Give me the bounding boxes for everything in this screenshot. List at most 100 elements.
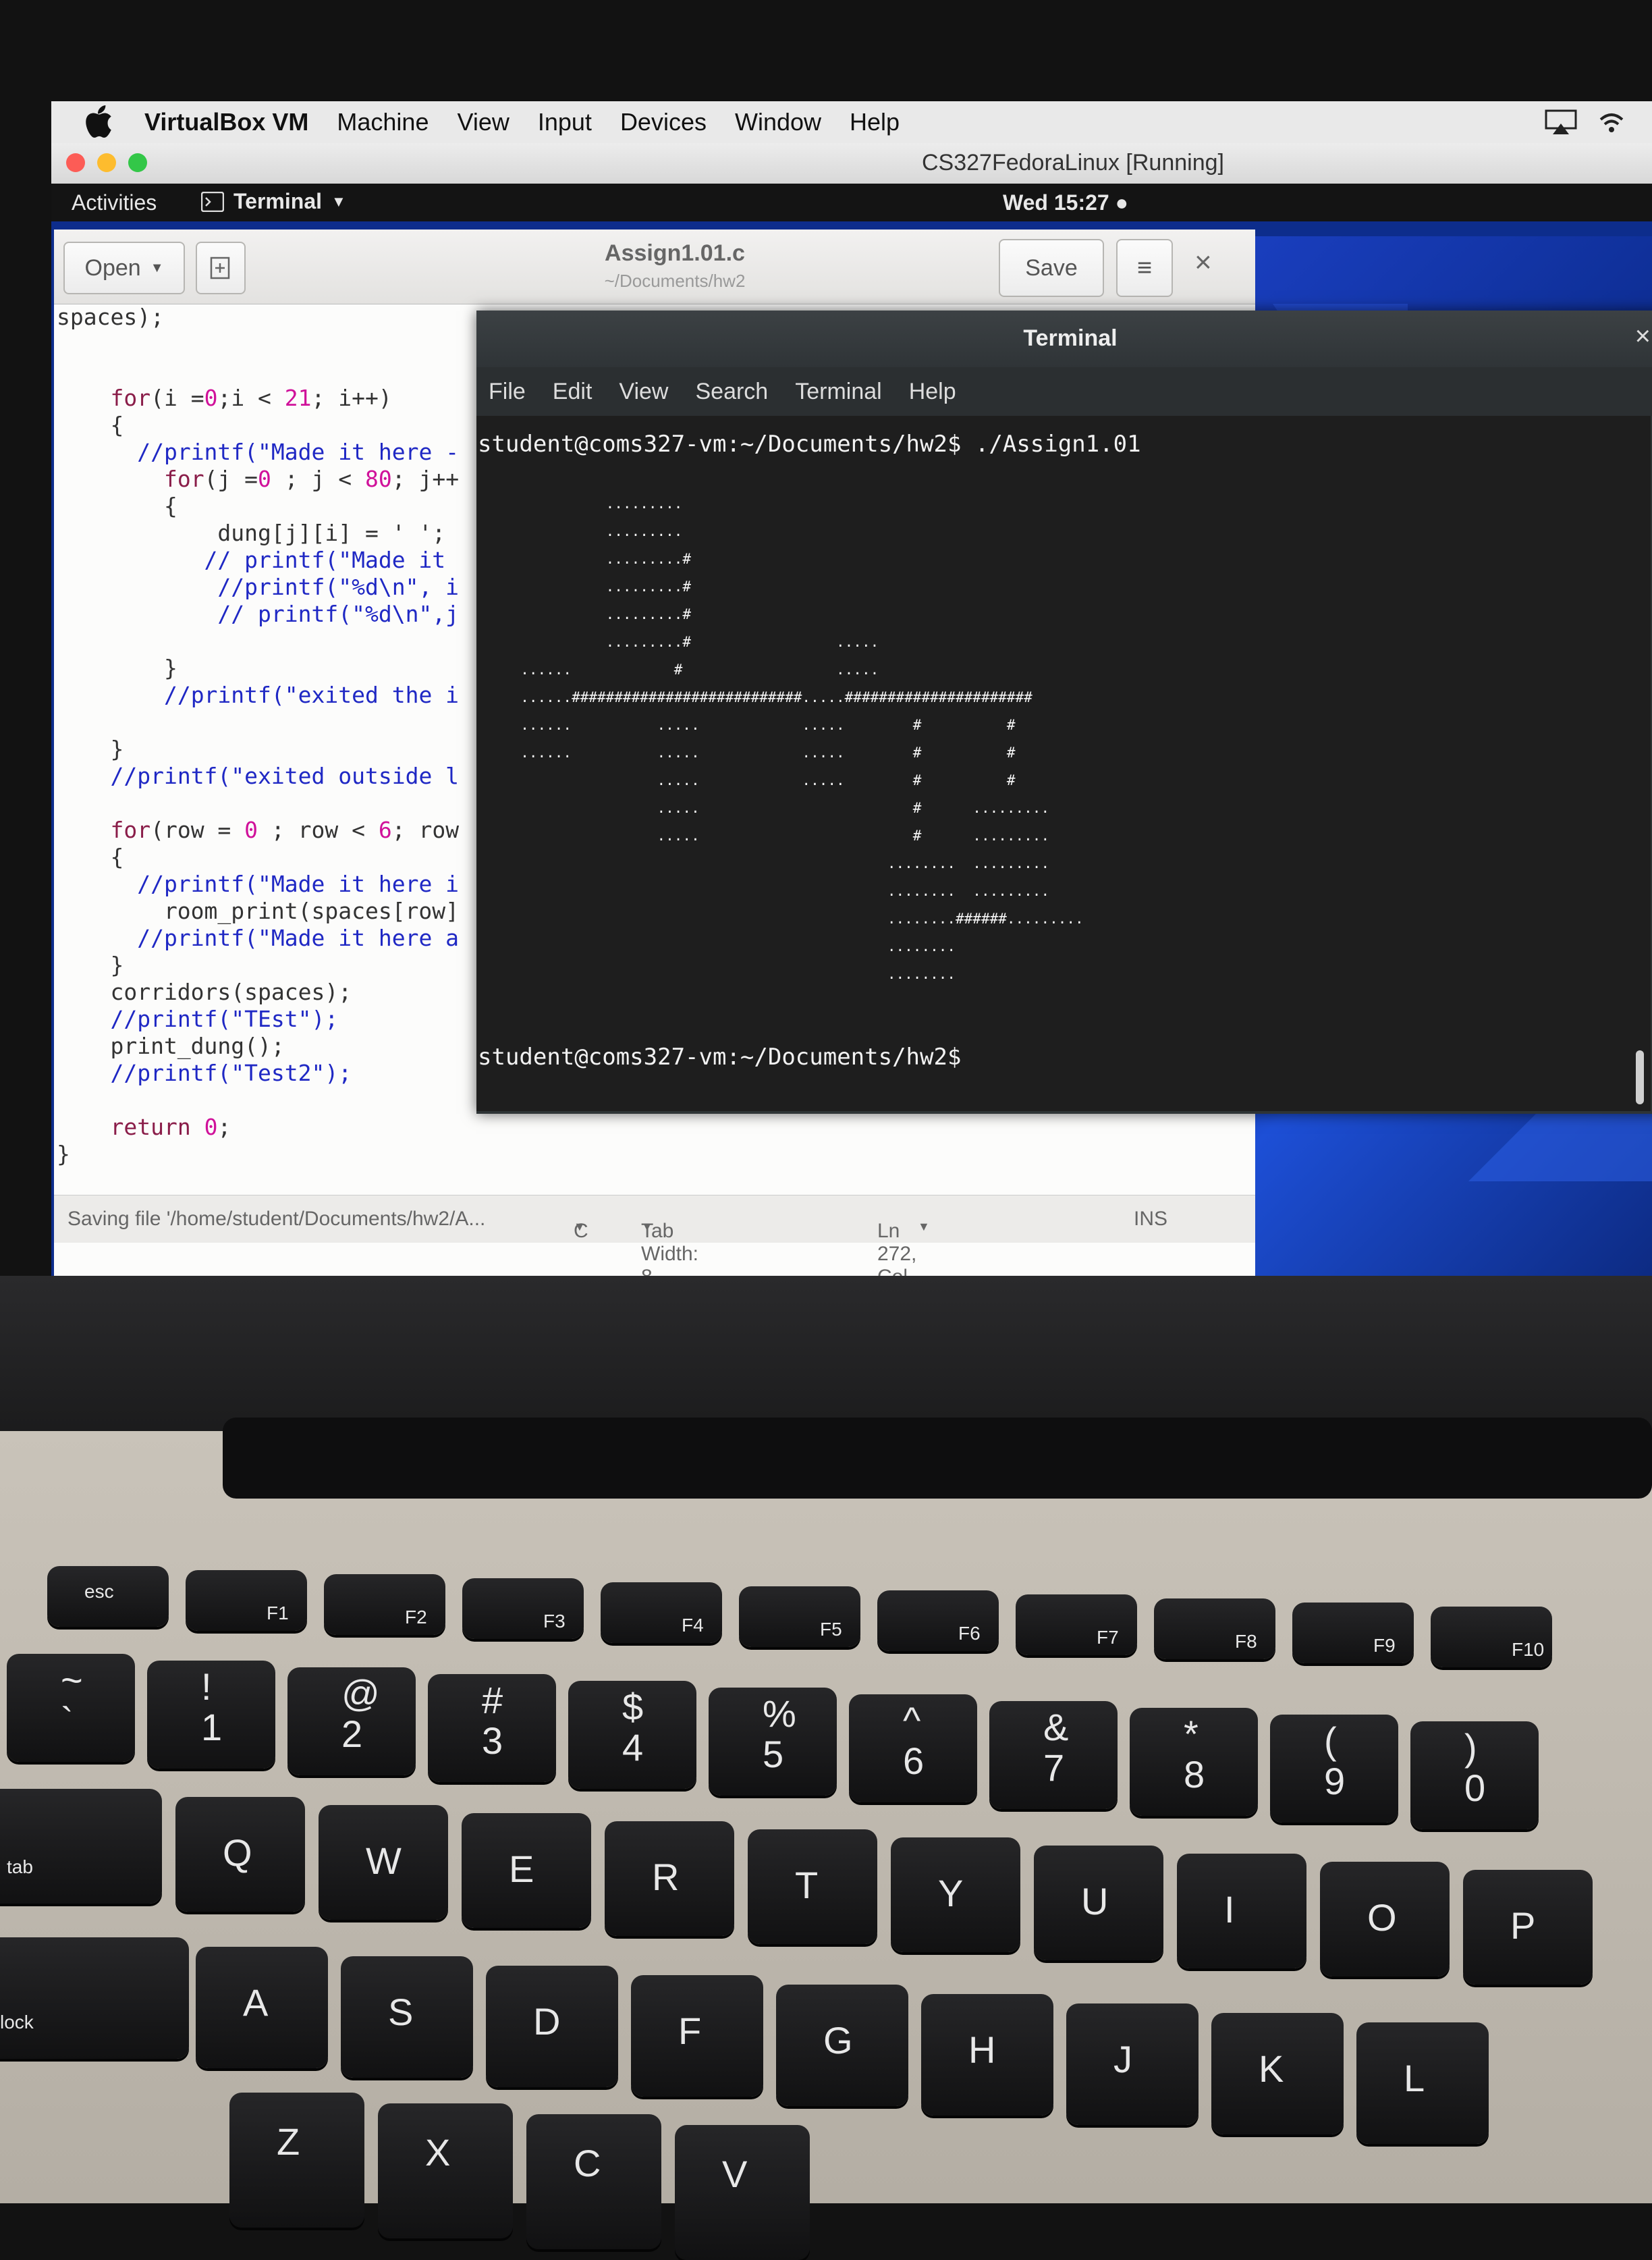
- key-h[interactable]: H: [921, 1994, 1053, 2116]
- code-line: }: [57, 952, 124, 978]
- airplay-icon[interactable]: [1544, 109, 1578, 136]
- key-k[interactable]: K: [1211, 2013, 1344, 2134]
- screen-bezel: [0, 1276, 1652, 1438]
- key-f4[interactable]: F4: [601, 1582, 722, 1643]
- close-icon[interactable]: ×: [1635, 321, 1651, 352]
- minimize-window-icon[interactable]: [97, 153, 116, 172]
- menu-devices[interactable]: Devices: [620, 108, 707, 136]
- key-u[interactable]: U: [1034, 1846, 1163, 1960]
- hamburger-menu-button[interactable]: ≡: [1116, 239, 1173, 297]
- key-i[interactable]: I: [1177, 1854, 1306, 1968]
- close-window-icon[interactable]: [66, 153, 85, 172]
- hamburger-icon: ≡: [1136, 253, 1153, 282]
- insert-mode[interactable]: INS: [1134, 1208, 1167, 1231]
- menu-search[interactable]: Search: [695, 379, 768, 405]
- new-document-button[interactable]: [196, 242, 246, 294]
- key-label: F8: [1235, 1631, 1257, 1652]
- key-lock[interactable]: lock: [0, 1937, 189, 2059]
- key-label: V: [722, 2153, 748, 2195]
- key-x[interactable]: X: [378, 2103, 513, 2238]
- key-f9[interactable]: F9: [1292, 1603, 1414, 1663]
- key-2[interactable]: @2: [287, 1667, 416, 1775]
- key-a[interactable]: A: [196, 1947, 328, 2068]
- key-tab[interactable]: tab: [0, 1789, 162, 1904]
- vm-window-titlebar: CS327FedoraLinux [Running]: [51, 143, 1652, 184]
- key-v[interactable]: V: [675, 2125, 810, 2260]
- menu-view[interactable]: View: [619, 379, 668, 405]
- menu-input[interactable]: Input: [538, 108, 592, 136]
- key-s[interactable]: S: [341, 1956, 473, 2078]
- key-c[interactable]: C: [526, 2114, 661, 2249]
- key-esc[interactable]: esc: [47, 1566, 169, 1627]
- key-w[interactable]: W: [319, 1805, 448, 1920]
- key-f[interactable]: F: [631, 1975, 763, 2097]
- key-f10[interactable]: F10: [1431, 1607, 1552, 1667]
- key-p[interactable]: P: [1463, 1870, 1593, 1985]
- key-label: *: [1184, 1713, 1199, 1755]
- key-f8[interactable]: F8: [1154, 1598, 1275, 1659]
- key-f7[interactable]: F7: [1016, 1594, 1137, 1655]
- menu-machine[interactable]: Machine: [337, 108, 429, 136]
- open-button[interactable]: Open ▼: [63, 242, 185, 294]
- key-`[interactable]: ~ `: [7, 1654, 135, 1762]
- key-q[interactable]: Q: [175, 1797, 305, 1912]
- key-label: F4: [682, 1615, 704, 1636]
- key-1[interactable]: ! 1: [147, 1661, 275, 1769]
- key-l[interactable]: L: [1356, 2022, 1489, 2144]
- gedit-statusbar: Saving file '/home/student/Documents/hw2…: [54, 1195, 1255, 1276]
- menu-terminal[interactable]: Terminal: [795, 379, 881, 405]
- menu-help[interactable]: Help: [909, 379, 956, 405]
- key-label: 8: [1184, 1753, 1205, 1796]
- key-f5[interactable]: F5: [739, 1586, 860, 1647]
- key-f6[interactable]: F6: [877, 1590, 999, 1651]
- menu-file[interactable]: File: [489, 379, 526, 405]
- key-z[interactable]: Z: [229, 2093, 364, 2228]
- code-line: //printf("Test2");: [110, 1060, 352, 1086]
- key-e[interactable]: E: [462, 1813, 591, 1928]
- key-9[interactable]: (9: [1270, 1715, 1398, 1823]
- key-label: 1: [201, 1706, 223, 1748]
- menu-help[interactable]: Help: [850, 108, 900, 136]
- key-f1[interactable]: F1: [186, 1570, 307, 1631]
- activities-button[interactable]: Activities: [72, 190, 157, 215]
- key-label: Q: [223, 1831, 252, 1874]
- key-d[interactable]: D: [486, 1966, 618, 2087]
- key-f3[interactable]: F3: [462, 1578, 584, 1639]
- chevron-down-icon: ▼: [641, 1220, 653, 1233]
- key-label: F1: [267, 1603, 289, 1623]
- key-0[interactable]: ) 0: [1410, 1721, 1539, 1829]
- key-6[interactable]: ^ 6: [849, 1694, 977, 1802]
- code-line: spaces);: [57, 304, 164, 330]
- key-label: R: [652, 1856, 680, 1898]
- key-3[interactable]: #3: [428, 1674, 556, 1782]
- key-o[interactable]: O: [1320, 1862, 1450, 1976]
- menu-view[interactable]: View: [457, 108, 509, 136]
- terminal-output[interactable]: student@coms327-vm:~/Documents/hw2$ ./As…: [476, 416, 1651, 1111]
- key-label: 5: [763, 1733, 784, 1775]
- apple-logo-icon[interactable]: [78, 105, 119, 139]
- wifi-icon[interactable]: [1598, 109, 1625, 136]
- key-f2[interactable]: F2: [324, 1574, 445, 1635]
- key-4[interactable]: $4: [568, 1681, 696, 1789]
- key-label: S: [388, 1991, 414, 2033]
- key-label: !: [201, 1665, 212, 1708]
- key-y[interactable]: Y: [891, 1837, 1020, 1952]
- key-7[interactable]: & 7: [989, 1701, 1118, 1809]
- key-label: J: [1113, 2038, 1132, 2080]
- key-j[interactable]: J: [1066, 2003, 1199, 2125]
- menu-window[interactable]: Window: [735, 108, 821, 136]
- key-5[interactable]: % 5: [709, 1688, 837, 1796]
- terminal-icon: [201, 191, 224, 212]
- key-g[interactable]: G: [776, 1985, 908, 2106]
- terminal-scrollbar[interactable]: [1636, 1050, 1644, 1104]
- save-button[interactable]: Save: [999, 239, 1104, 297]
- terminal-app-menu[interactable]: Terminal ▼: [201, 189, 346, 214]
- key-r[interactable]: R: [605, 1821, 734, 1936]
- menu-app-name[interactable]: VirtualBox VM: [144, 108, 308, 136]
- clock[interactable]: Wed 15:27 ●: [1003, 190, 1128, 215]
- zoom-window-icon[interactable]: [128, 153, 147, 172]
- key-t[interactable]: T: [748, 1829, 877, 1944]
- close-button[interactable]: ×: [1194, 246, 1212, 279]
- menu-edit[interactable]: Edit: [553, 379, 593, 405]
- key-8[interactable]: * 8: [1130, 1708, 1258, 1816]
